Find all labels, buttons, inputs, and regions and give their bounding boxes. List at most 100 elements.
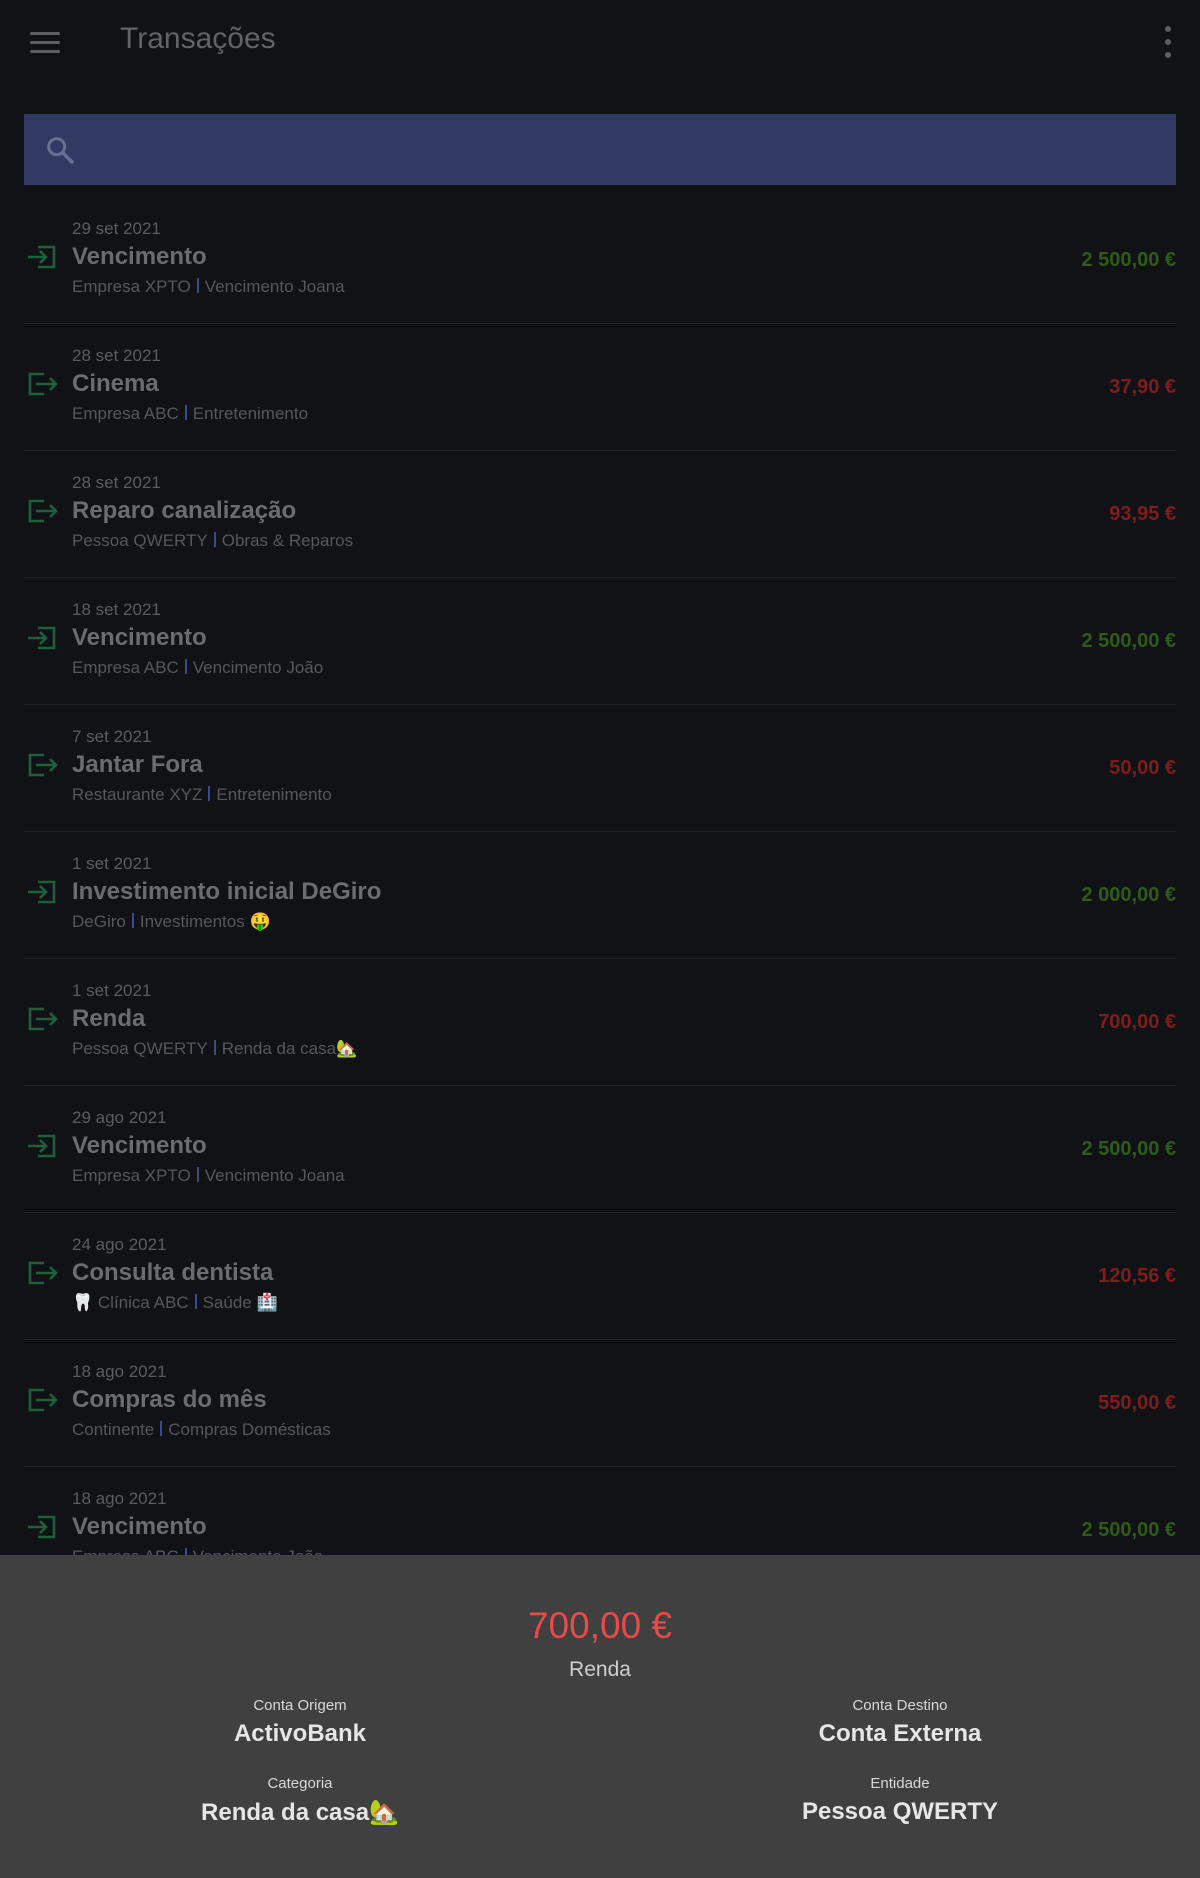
logout-arrow-icon (24, 493, 60, 529)
separator (213, 532, 216, 547)
transaction-category: Renda da casa🏡 (221, 1039, 358, 1058)
transaction-title: Vencimento (72, 624, 207, 651)
transaction-amount: 93,95 € (1109, 503, 1176, 525)
transaction-title: Compras do mês (72, 1386, 267, 1413)
transaction-title: Vencimento (72, 243, 207, 270)
transaction-detail-sheet: 700,00 € Renda Conta Origem ActivoBank C… (0, 1555, 1200, 1878)
page-title: Transações (120, 22, 276, 55)
transaction-date: 1 set 2021 (72, 854, 152, 873)
detail-field-label: Conta Origem (253, 1697, 347, 1714)
logout-arrow-icon (24, 1255, 60, 1291)
transaction-amount: 2 500,00 € (1081, 249, 1176, 271)
transaction-entity: Empresa XPTO (72, 1166, 191, 1185)
more-vert-icon[interactable] (1158, 26, 1178, 58)
logout-arrow-icon (24, 1382, 60, 1418)
search-icon (47, 137, 74, 164)
transaction-subtitle: Empresa ABC Entretenimento (72, 404, 308, 424)
search-input[interactable] (96, 114, 1160, 187)
transaction-title: Vencimento (72, 1132, 207, 1159)
detail-entity: Entidade Pessoa QWERTY (600, 1775, 1200, 1826)
transaction-entity: Pessoa QWERTY (72, 531, 208, 550)
login-arrow-icon (24, 620, 60, 656)
separator (208, 786, 211, 801)
transaction-category: Vencimento João (192, 658, 324, 677)
transaction-amount: 2 500,00 € (1081, 630, 1176, 652)
transaction-entity: Empresa ABC (72, 404, 179, 423)
detail-field-label: Entidade (870, 1775, 930, 1792)
transaction-amount: 2 500,00 € (1081, 1138, 1176, 1160)
transaction-subtitle: Pessoa QWERTY Renda da casa🏡 (72, 1039, 357, 1059)
transaction-title: Consulta dentista (72, 1259, 274, 1286)
transaction-row[interactable]: 1 set 2021 Renda Pessoa QWERTY Renda da cas… (24, 959, 1176, 1086)
transaction-title: Investimento inicial DeGiro (72, 878, 382, 905)
transaction-date: 29 set 2021 (72, 219, 161, 238)
detail-field-value: Conta Externa (818, 1720, 982, 1747)
transaction-subtitle: Continente Compras Domésticas (72, 1420, 331, 1440)
detail-field-value: Renda da casa🏡 (201, 1799, 399, 1826)
transaction-row[interactable]: 18 ago 2021 Compras do mês Continente Compr… (24, 1340, 1176, 1467)
transaction-date: 18 set 2021 (72, 600, 161, 619)
transaction-entity: Continente (72, 1420, 155, 1439)
transaction-entity: 🦷 Clínica ABC (72, 1293, 189, 1312)
login-arrow-icon (24, 874, 60, 910)
logout-arrow-icon (24, 747, 60, 783)
transaction-row[interactable]: 29 ago 2021 Vencimento Empresa XPTO Vencime… (24, 1086, 1176, 1213)
transaction-row[interactable]: 1 set 2021 Investimento inicial DeGiro DeG… (24, 832, 1176, 959)
separator (160, 1421, 163, 1436)
app-bar: Transações (0, 0, 1200, 84)
transaction-title: Vencimento (72, 1513, 207, 1540)
detail-destination-account: Conta Destino Conta Externa (600, 1697, 1200, 1748)
transaction-category: Entretenimento (216, 785, 332, 804)
separator (184, 659, 187, 674)
transaction-row[interactable]: 18 set 2021 Vencimento Empresa ABC Vencimen… (24, 578, 1176, 705)
transaction-category: Saúde 🏥 (202, 1293, 278, 1312)
transaction-title: Reparo canalização (72, 497, 297, 524)
transaction-category: Vencimento Joana (204, 277, 345, 296)
separator (131, 913, 134, 928)
transaction-title: Renda (72, 1005, 146, 1032)
transaction-date: 28 set 2021 (72, 346, 161, 365)
detail-field-value: ActivoBank (233, 1720, 367, 1747)
detail-field-value: Pessoa QWERTY (801, 1798, 999, 1825)
separator (196, 278, 199, 293)
transaction-amount: 37,90 € (1109, 376, 1176, 398)
transaction-category: Obras & Reparos (221, 531, 354, 550)
transaction-amount: 700,00 € (1098, 1011, 1176, 1033)
transaction-amount: 2 000,00 € (1081, 884, 1176, 906)
transaction-list: 29 set 2021 Vencimento Empresa XPTO Vencime… (24, 197, 1176, 1594)
transaction-amount: 120,56 € (1098, 1265, 1176, 1287)
transaction-amount: 50,00 € (1109, 757, 1176, 779)
detail-category: Categoria Renda da casa🏡 (0, 1775, 600, 1827)
transaction-subtitle: 🦷 Clínica ABC Saúde 🏥 (72, 1293, 278, 1313)
transaction-subtitle: Empresa XPTO Vencimento Joana (72, 1166, 345, 1186)
transaction-subtitle: Empresa XPTO Vencimento Joana (72, 277, 345, 297)
transaction-row[interactable]: 24 ago 2021 Consulta dentista 🦷 Clínica AB… (24, 1213, 1176, 1340)
transaction-entity: Empresa XPTO (72, 277, 191, 296)
transaction-row[interactable]: 29 set 2021 Vencimento Empresa XPTO Vencime… (24, 197, 1176, 324)
search-bar[interactable] (24, 114, 1176, 187)
hamburger-menu-icon[interactable] (30, 22, 78, 62)
separator (213, 1040, 216, 1055)
separator (196, 1167, 199, 1182)
separator (184, 405, 187, 420)
transaction-category: Entretenimento (192, 404, 309, 423)
transaction-entity: DeGiro (72, 912, 126, 931)
transaction-row[interactable]: 7 set 2021 Jantar Fora Restaurante XYZ Entr… (24, 705, 1176, 832)
transaction-date: 28 set 2021 (72, 473, 161, 492)
logout-arrow-icon (24, 366, 60, 402)
transaction-title: Jantar Fora (72, 751, 203, 778)
transaction-date: 7 set 2021 (72, 727, 152, 746)
detail-source-account: Conta Origem ActivoBank (0, 1697, 600, 1748)
transaction-date: 18 ago 2021 (72, 1489, 167, 1508)
transaction-subtitle: Pessoa QWERTY Obras & Reparos (72, 531, 353, 551)
transaction-category: Investimentos 🤑 (139, 912, 271, 931)
transaction-entity: Restaurante XYZ (72, 785, 203, 804)
transaction-amount: 550,00 € (1098, 1392, 1176, 1414)
transaction-subtitle: Restaurante XYZ Entretenimento (72, 785, 332, 805)
transaction-amount: 2 500,00 € (1081, 1519, 1176, 1541)
login-arrow-icon (24, 239, 60, 275)
transaction-row[interactable]: 28 set 2021 Reparo canalização Pessoa QWER… (24, 451, 1176, 578)
login-arrow-icon (24, 1128, 60, 1164)
transaction-row[interactable]: 28 set 2021 Cinema Empresa ABC Entretenimen… (24, 324, 1176, 451)
transaction-date: 29 ago 2021 (72, 1108, 167, 1127)
